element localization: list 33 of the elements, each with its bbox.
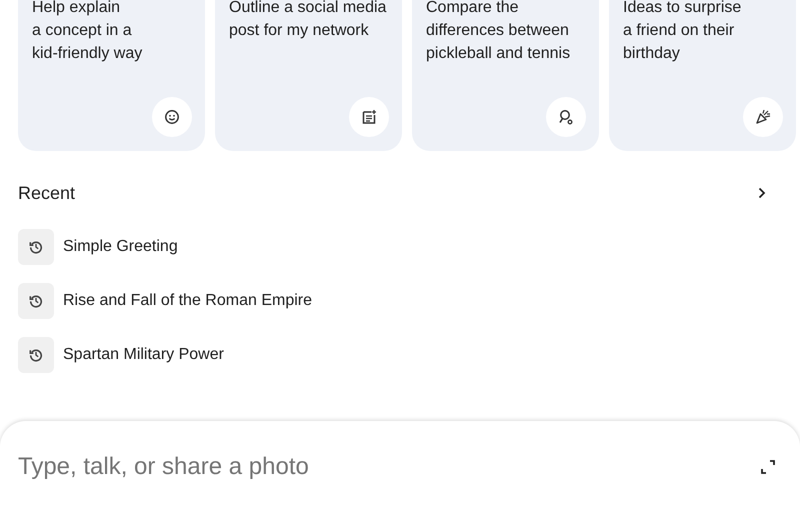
card-icon-button[interactable] <box>546 97 586 137</box>
chevron-right-icon[interactable] <box>758 187 766 199</box>
recent-chat-item[interactable]: Spartan Military Power <box>63 346 224 364</box>
recent-chat-item[interactable]: Rise and Fall of the Roman Empire <box>63 292 312 310</box>
card-text: Help explain <box>32 0 120 18</box>
history-icon <box>18 283 54 319</box>
section-title: Recent <box>18 182 76 204</box>
expand-icon[interactable] <box>760 459 776 475</box>
card-icon-button[interactable] <box>152 97 192 137</box>
suggestion-card[interactable]: Outline a social media post for my network <box>215 0 402 151</box>
racket-icon <box>558 109 574 125</box>
card-icon-button[interactable] <box>349 97 389 137</box>
card-icon-button[interactable] <box>743 97 783 137</box>
card-text: a friend on their <box>623 21 734 41</box>
card-text: a concept in a <box>32 21 132 41</box>
card-text: Ideas to surprise <box>623 0 742 18</box>
suggestion-card[interactable]: Compare the differences between pickleball and tennis <box>412 0 599 151</box>
card-text: post for my network <box>229 21 369 41</box>
card-text: kid-friendly way <box>32 44 142 64</box>
card-text: pickleball and tennis <box>426 44 570 64</box>
recent-chat-item[interactable]: Simple Greeting <box>63 238 178 256</box>
history-icon <box>18 337 54 373</box>
card-text: differences between <box>426 21 569 41</box>
card-text: Outline a social media <box>229 0 386 18</box>
note-icon <box>361 109 377 125</box>
suggestion-card[interactable]: Ideas to surprise a friend on their birthday <box>609 0 796 151</box>
smiley-face-icon <box>164 109 180 125</box>
history-icon <box>18 229 54 265</box>
card-text: Compare the <box>426 0 518 18</box>
suggestion-card[interactable]: Help explain a concept in a kid-friendly way <box>18 0 205 151</box>
party-popper-icon <box>755 109 771 125</box>
prompt-input[interactable]: Type, talk, or share a photo <box>18 451 760 483</box>
card-text: birthday <box>623 44 680 64</box>
